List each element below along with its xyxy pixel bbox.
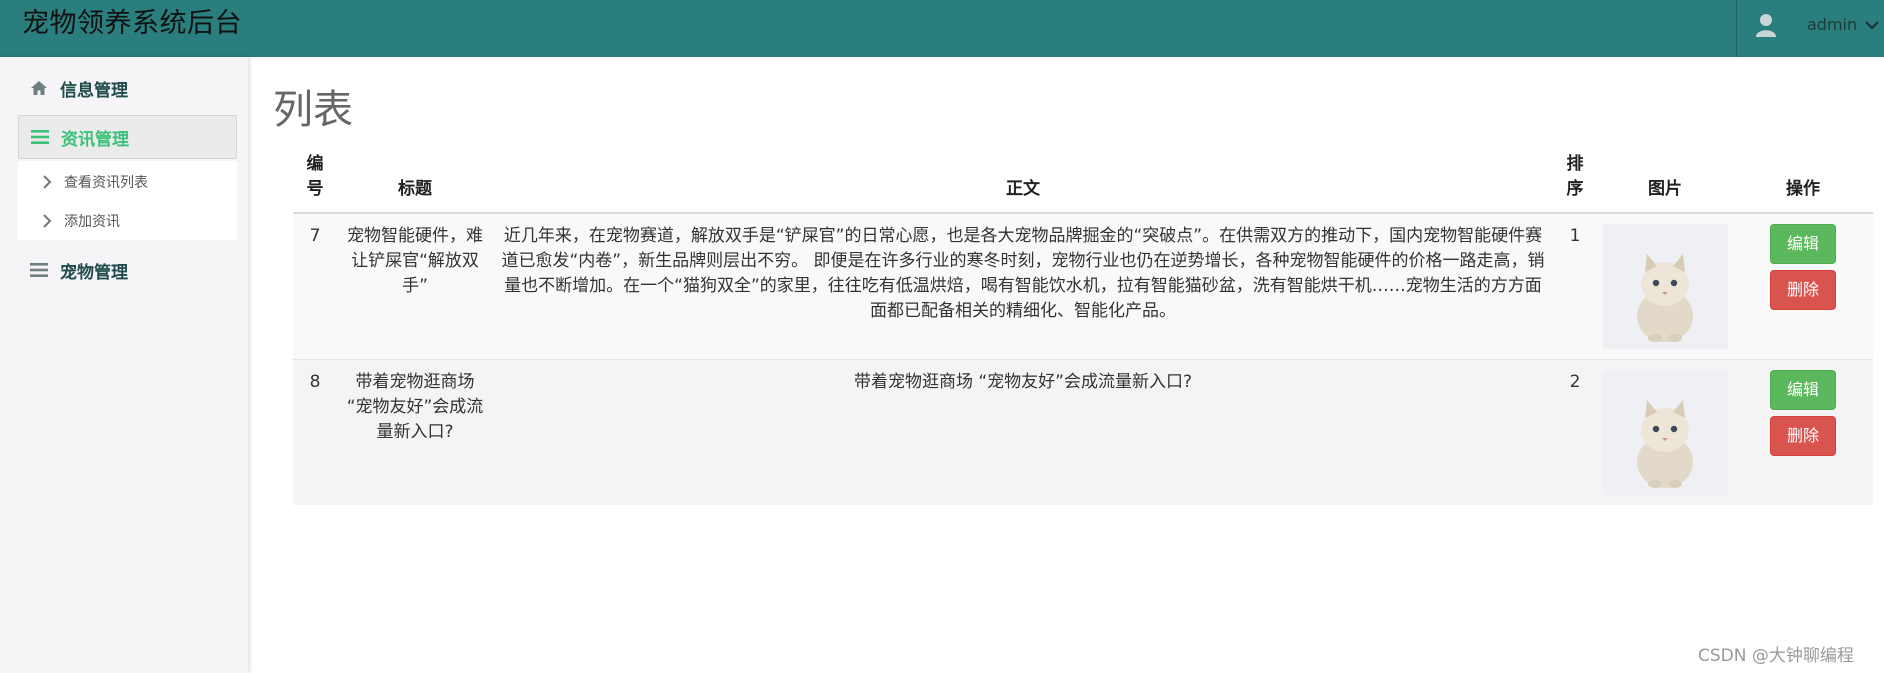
sidebar-subitem-label: 添加资讯	[64, 214, 120, 230]
cell-sort: 1	[1553, 212, 1597, 360]
kitten-photo	[1603, 370, 1728, 495]
watermark: CSDN @大钟聊编程	[1698, 646, 1854, 666]
table-row: 7 宠物智能硬件，难让铲屎官“解放双手” 近几年来，在宠物赛道，解放双手是“铲屎…	[293, 212, 1873, 360]
sidebar-item-info-management[interactable]: 信息管理	[18, 66, 237, 110]
cell-body: 近几年来，在宠物赛道，解放双手是“铲屎官”的日常心愿，也是各大宠物品牌掘金的“突…	[493, 212, 1553, 360]
submenu-news: 查看资讯列表 添加资讯	[18, 161, 237, 240]
cell-title: 宠物智能硬件，难让铲屎官“解放双手”	[337, 212, 493, 360]
edit-button[interactable]: 编辑	[1770, 224, 1836, 264]
column-header-title: 标题	[337, 148, 493, 214]
list-icon	[30, 263, 48, 277]
sidebar-subitem-add-news[interactable]: 添加资讯	[18, 203, 237, 239]
sidebar-subitem-view-news-list[interactable]: 查看资讯列表	[18, 164, 237, 200]
sidebar-item-news-management[interactable]: 资讯管理	[18, 115, 237, 159]
chevron-down-icon[interactable]	[1865, 20, 1879, 30]
sidebar-item-label: 资讯管理	[61, 129, 129, 150]
sidebar: 信息管理 资讯管理 查看资讯列表 添加资讯 宠物管理	[0, 57, 248, 673]
delete-button[interactable]: 删除	[1770, 416, 1836, 456]
table-header-row: 编号 标题 正文 排序 图片 操作	[293, 148, 1873, 214]
cell-image	[1597, 359, 1733, 505]
column-header-sort: 排序	[1553, 148, 1597, 214]
list-icon	[31, 130, 49, 144]
news-table: 编号 标题 正文 排序 图片 操作 7 宠物智能硬件，难让铲屎官“解放双手” 近…	[293, 148, 1873, 505]
home-icon	[31, 81, 47, 95]
edit-button[interactable]: 编辑	[1770, 370, 1836, 410]
column-header-body: 正文	[493, 148, 1553, 214]
sidebar-item-label: 信息管理	[60, 80, 128, 101]
cell-actions: 编辑 删除	[1733, 212, 1873, 360]
kitten-photo	[1603, 224, 1728, 349]
user-name[interactable]: admin	[1807, 15, 1857, 34]
page-title: 列表	[273, 87, 353, 133]
cell-id: 7	[293, 212, 337, 360]
cell-sort: 2	[1553, 359, 1597, 505]
cell-actions: 编辑 删除	[1733, 359, 1873, 505]
user-menu[interactable]: admin	[1736, 0, 1884, 57]
sidebar-item-pet-management[interactable]: 宠物管理	[18, 248, 237, 292]
cell-id: 8	[293, 359, 337, 505]
column-header-image: 图片	[1597, 148, 1733, 214]
cell-image	[1597, 212, 1733, 360]
cell-title: 带着宠物逛商场 “宠物友好”会成流量新入口?	[337, 359, 493, 505]
sidebar-subitem-label: 查看资讯列表	[64, 175, 148, 191]
table-row: 8 带着宠物逛商场 “宠物友好”会成流量新入口? 带着宠物逛商场 “宠物友好”会…	[293, 359, 1873, 505]
top-navbar: 宠物领养系统后台 admin	[0, 0, 1884, 57]
column-header-actions: 操作	[1733, 148, 1873, 214]
user-icon	[1756, 14, 1776, 37]
chevron-right-icon	[43, 214, 52, 228]
cell-body: 带着宠物逛商场 “宠物友好”会成流量新入口?	[493, 359, 1553, 505]
column-header-id: 编号	[293, 148, 337, 214]
chevron-right-icon	[43, 175, 52, 189]
delete-button[interactable]: 删除	[1770, 270, 1836, 310]
app-title: 宠物领养系统后台	[22, 8, 242, 39]
sidebar-item-label: 宠物管理	[60, 262, 128, 283]
